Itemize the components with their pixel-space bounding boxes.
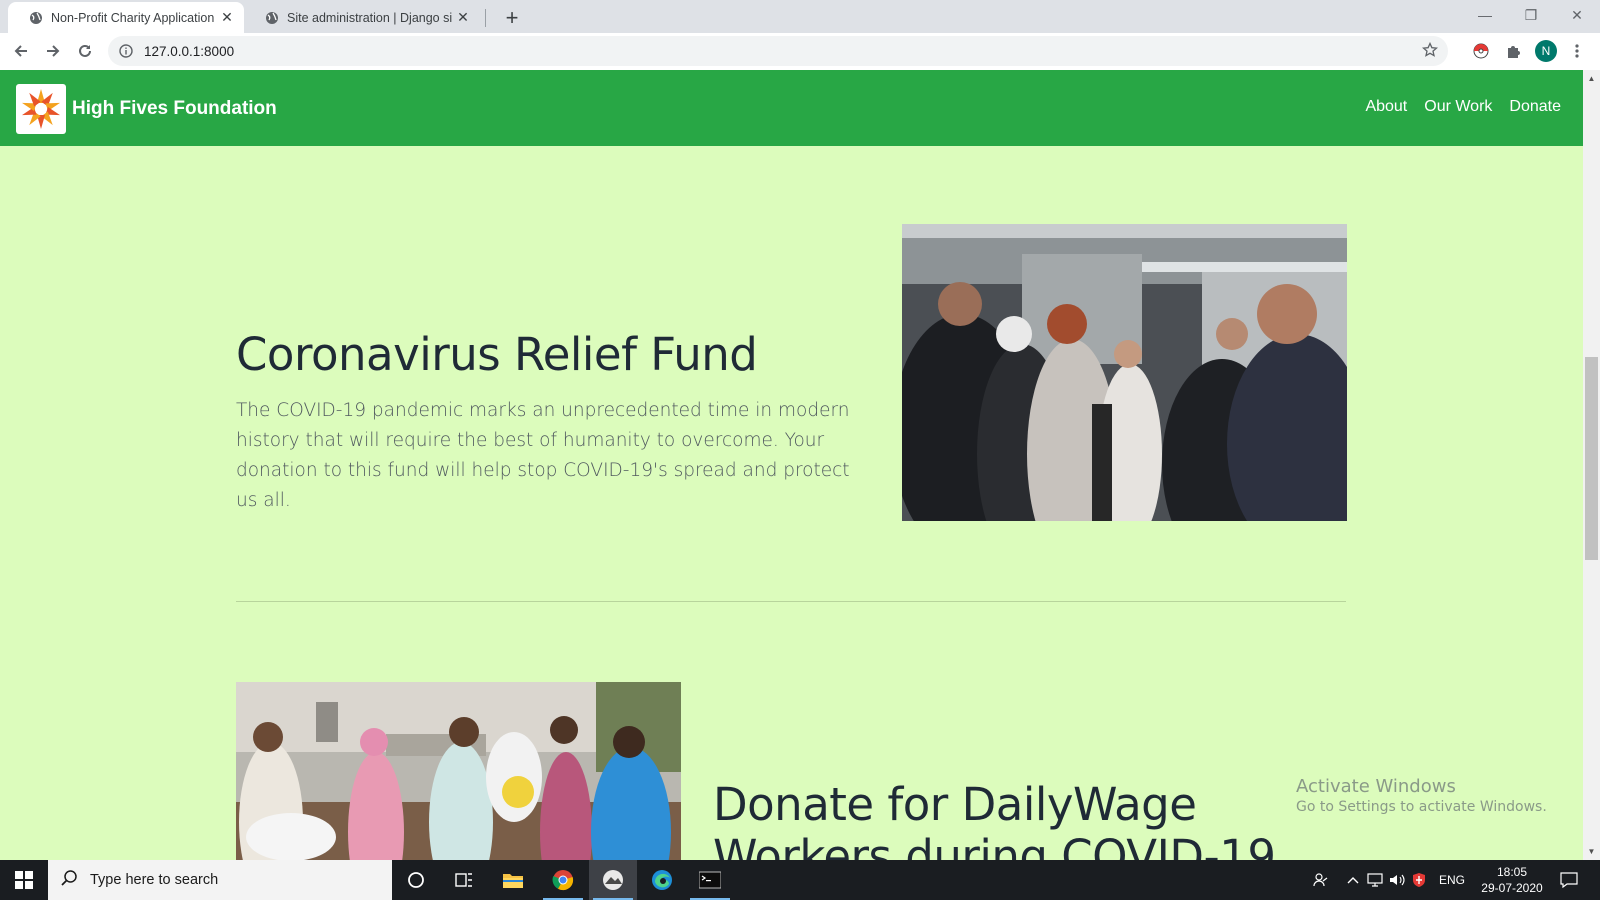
edge-icon[interactable] — [638, 860, 686, 900]
network-icon[interactable] — [1364, 860, 1386, 900]
brand-logo-icon — [16, 84, 66, 134]
chevron-up-icon[interactable] — [1342, 860, 1364, 900]
profile-avatar[interactable]: N — [1535, 40, 1557, 62]
activate-windows-watermark: Activate Windows Go to Settings to activ… — [1296, 776, 1547, 815]
address-bar[interactable]: 127.0.0.1:8000 — [108, 36, 1448, 66]
tab-charity-app[interactable]: Non-Profit Charity Application ✕ — [8, 2, 244, 33]
minimize-icon[interactable]: — — [1462, 0, 1508, 30]
section-text-coronavirus-relief: The COVID-19 pandemic marks an unprecede… — [236, 400, 850, 511]
scroll-up-arrow-icon[interactable]: ▲ — [1583, 70, 1600, 87]
nav-links: About Our Work Donate — [1348, 98, 1561, 116]
search-icon — [60, 869, 78, 892]
tab-title: Site administration | Django site — [287, 10, 452, 25]
menu-kebab-icon[interactable] — [1568, 38, 1586, 64]
browser-toolbar: 127.0.0.1:8000 N — [0, 33, 1600, 70]
search-placeholder: Type here to search — [90, 872, 219, 888]
restore-icon[interactable]: ❐ — [1508, 0, 1554, 30]
site-navbar: High Fives Foundation About Our Work Don… — [0, 70, 1583, 146]
snipping-app-icon[interactable] — [589, 860, 637, 900]
close-tab-icon[interactable]: ✕ — [216, 7, 238, 29]
clock[interactable]: 18:05 29-07-2020 — [1472, 864, 1552, 896]
extensions-puzzle-icon[interactable] — [1500, 38, 1526, 64]
back-icon[interactable] — [7, 37, 35, 65]
info-icon[interactable] — [118, 43, 134, 59]
task-view-icon[interactable] — [440, 860, 488, 900]
security-shield-icon[interactable] — [1408, 860, 1430, 900]
tab-strip: Non-Profit Charity Application ✕ Site ad… — [0, 0, 1600, 33]
clock-time: 18:05 — [1496, 865, 1528, 879]
cortana-icon[interactable] — [392, 860, 440, 900]
nav-link-about[interactable]: About — [1365, 98, 1407, 116]
globe-icon — [28, 10, 43, 25]
volunteers-distribution-photo — [236, 682, 681, 860]
url-text: 127.0.0.1:8000 — [144, 43, 235, 59]
taskbar-search-box[interactable]: Type here to search — [48, 860, 392, 900]
bookmark-star-icon[interactable] — [1421, 41, 1439, 63]
language-indicator[interactable]: ENG — [1434, 860, 1470, 900]
tab-django-admin[interactable]: Site administration | Django site ✕ — [244, 2, 480, 33]
brand-name: High Fives Foundation — [72, 98, 277, 119]
windows-start-icon[interactable] — [0, 860, 48, 900]
forward-icon[interactable] — [39, 37, 67, 65]
section-heading-daily-wage-line2: Workers during COVID-19 — [713, 830, 1276, 860]
new-tab-button[interactable]: + — [498, 4, 526, 32]
close-tab-icon[interactable]: ✕ — [452, 7, 474, 29]
airport-crowd-photo — [902, 224, 1347, 521]
close-window-icon[interactable]: ✕ — [1554, 0, 1600, 30]
scrollbar-thumb[interactable] — [1585, 357, 1598, 560]
windows-taskbar: Type here to search ENG 18:05 29-07-2020 — [0, 860, 1600, 900]
file-explorer-icon[interactable] — [489, 860, 537, 900]
people-icon[interactable] — [1306, 860, 1336, 900]
notifications-icon[interactable] — [1552, 860, 1586, 900]
chrome-icon[interactable] — [539, 860, 587, 900]
watermark-subtitle: Go to Settings to activate Windows. — [1296, 799, 1547, 815]
volume-icon[interactable] — [1386, 860, 1408, 900]
page-viewport: High Fives Foundation About Our Work Don… — [0, 70, 1583, 860]
reload-icon[interactable] — [71, 37, 99, 65]
terminal-icon[interactable] — [686, 860, 734, 900]
watermark-title: Activate Windows — [1296, 776, 1456, 797]
tab-separator — [485, 9, 486, 27]
extension-pokeball-icon[interactable] — [1468, 38, 1494, 64]
section-heading-coronavirus-relief: Coronavirus Relief Fund — [236, 328, 758, 381]
nav-link-our-work[interactable]: Our Work — [1424, 98, 1492, 116]
brand[interactable]: High Fives Foundation — [16, 84, 277, 134]
globe-icon — [264, 10, 279, 25]
page-scrollbar[interactable]: ▲ ▼ — [1583, 70, 1600, 860]
nav-link-donate[interactable]: Donate — [1509, 98, 1561, 116]
scroll-down-arrow-icon[interactable]: ▼ — [1583, 843, 1600, 860]
tab-title: Non-Profit Charity Application — [51, 10, 215, 25]
section-heading-daily-wage: Donate for DailyWage — [713, 778, 1197, 831]
section-divider — [236, 601, 1346, 602]
clock-date: 29-07-2020 — [1481, 881, 1543, 895]
